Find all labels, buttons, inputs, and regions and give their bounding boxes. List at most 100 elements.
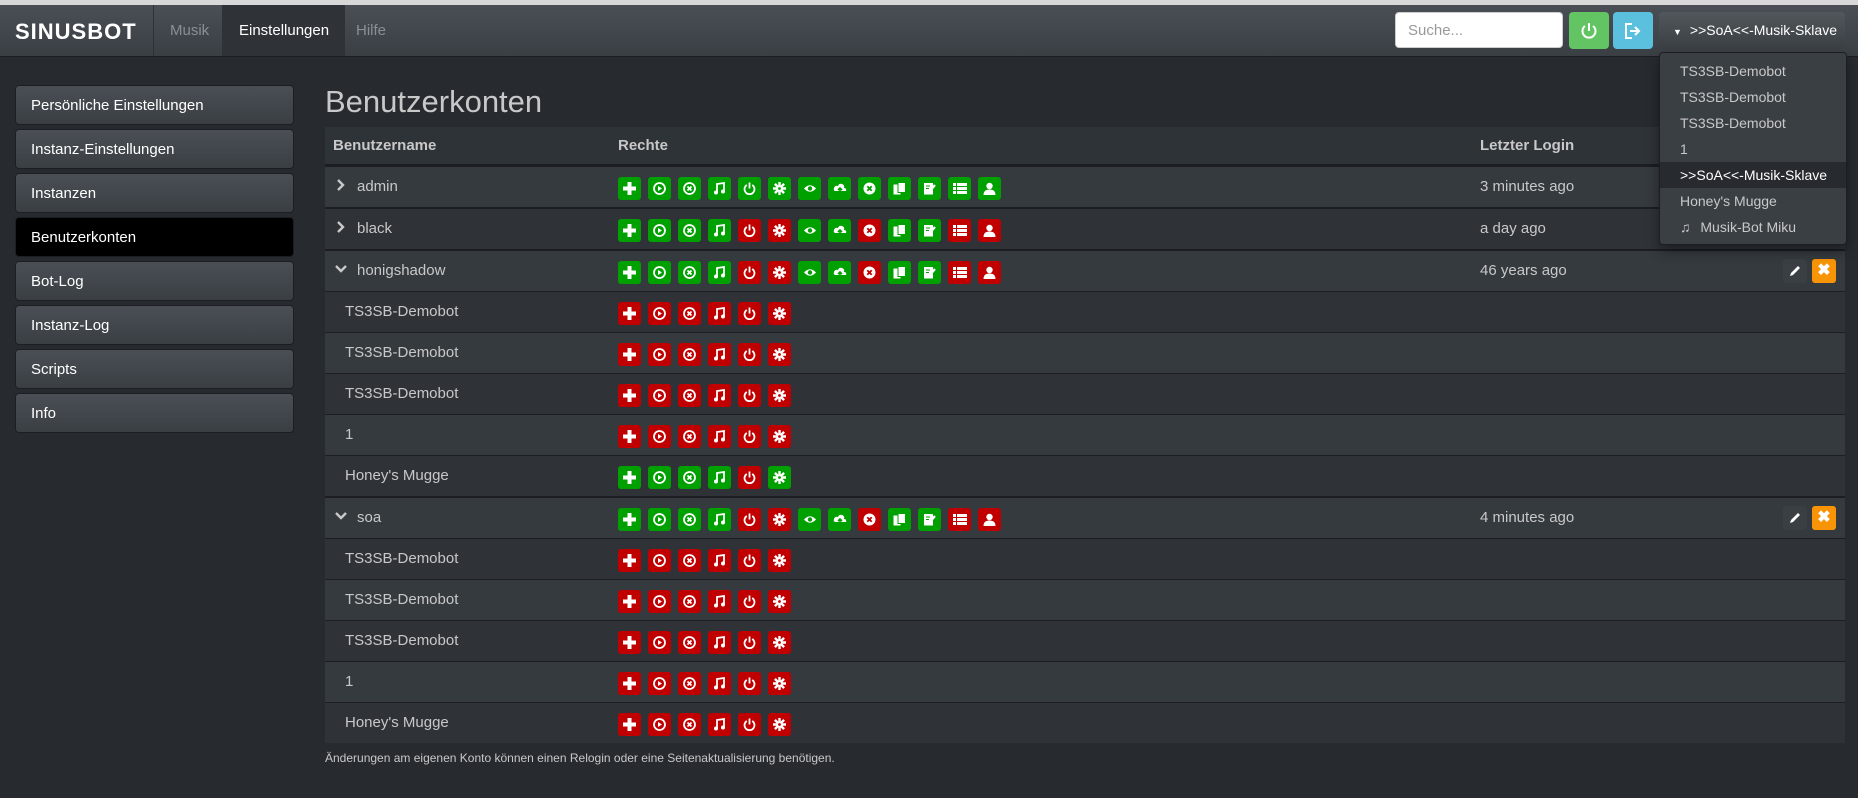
plus-icon[interactable]: [618, 508, 641, 531]
music-icon[interactable]: [708, 219, 731, 242]
stop-icon[interactable]: [678, 384, 701, 407]
sidebar-item[interactable]: Instanz-Log: [15, 305, 294, 345]
stop-icon[interactable]: [678, 466, 701, 489]
plus-icon[interactable]: [618, 177, 641, 200]
power-icon[interactable]: [738, 425, 761, 448]
play-icon[interactable]: [648, 631, 671, 654]
power-icon[interactable]: [738, 343, 761, 366]
chevron-down-icon[interactable]: [335, 509, 347, 525]
nav-tab-musik[interactable]: Musik: [153, 5, 225, 56]
music-icon[interactable]: [708, 384, 731, 407]
music-icon[interactable]: [708, 177, 731, 200]
dropdown-item[interactable]: Honey's Mugge: [1660, 188, 1846, 214]
plus-icon[interactable]: [618, 261, 641, 284]
chevron-right-icon[interactable]: [335, 178, 347, 194]
files-icon[interactable]: [888, 177, 911, 200]
music-icon[interactable]: [708, 343, 731, 366]
power-icon[interactable]: [738, 549, 761, 572]
gear-icon[interactable]: [768, 384, 791, 407]
music-icon[interactable]: [708, 302, 731, 325]
remove-icon[interactable]: [858, 177, 881, 200]
plus-icon[interactable]: [618, 219, 641, 242]
stop-icon[interactable]: [678, 219, 701, 242]
gear-icon[interactable]: [768, 508, 791, 531]
user-row[interactable]: admin 3 minutes ago: [325, 166, 1845, 207]
power-icon[interactable]: [738, 261, 761, 284]
dropdown-item[interactable]: ♫ Musik-Bot Miku: [1660, 214, 1846, 240]
chevron-down-icon[interactable]: [335, 262, 347, 278]
play-icon[interactable]: [648, 384, 671, 407]
gear-icon[interactable]: [768, 466, 791, 489]
gear-icon[interactable]: [768, 177, 791, 200]
gear-icon[interactable]: [768, 631, 791, 654]
music-icon[interactable]: [708, 590, 731, 613]
power-icon[interactable]: [738, 219, 761, 242]
user-row[interactable]: honigshadow 46 years ago ✖: [325, 249, 1845, 291]
plus-icon[interactable]: [618, 590, 641, 613]
play-icon[interactable]: [648, 219, 671, 242]
play-icon[interactable]: [648, 508, 671, 531]
music-icon[interactable]: [708, 508, 731, 531]
list-icon[interactable]: [948, 508, 971, 531]
sidebar-item[interactable]: Bot-Log: [15, 261, 294, 301]
sidebar-item[interactable]: Instanzen: [15, 173, 294, 213]
list-icon[interactable]: [948, 261, 971, 284]
remove-icon[interactable]: [858, 508, 881, 531]
play-icon[interactable]: [648, 466, 671, 489]
music-icon[interactable]: [708, 713, 731, 736]
dropdown-item[interactable]: TS3SB-Demobot: [1660, 84, 1846, 110]
eye-icon[interactable]: [798, 219, 821, 242]
power-icon[interactable]: [738, 177, 761, 200]
power-icon[interactable]: [738, 631, 761, 654]
gear-icon[interactable]: [768, 590, 791, 613]
stop-icon[interactable]: [678, 261, 701, 284]
gear-icon[interactable]: [768, 672, 791, 695]
dropdown-item[interactable]: TS3SB-Demobot: [1660, 110, 1846, 136]
play-icon[interactable]: [648, 425, 671, 448]
stop-icon[interactable]: [678, 549, 701, 572]
instance-selector[interactable]: ▼ >>SoA<<-Musik-Sklave: [1659, 12, 1845, 49]
plus-icon[interactable]: [618, 302, 641, 325]
play-icon[interactable]: [648, 343, 671, 366]
user-row[interactable]: soa 4 minutes ago ✖: [325, 496, 1845, 538]
edit-user-button[interactable]: [1783, 506, 1807, 530]
nav-tab-hilfe[interactable]: Hilfe: [339, 5, 402, 56]
power-icon[interactable]: [738, 466, 761, 489]
gear-icon[interactable]: [768, 219, 791, 242]
nav-tab-einstellungen[interactable]: Einstellungen: [222, 5, 346, 56]
eye-icon[interactable]: [798, 508, 821, 531]
gear-icon[interactable]: [768, 343, 791, 366]
file-edit-icon[interactable]: [918, 261, 941, 284]
plus-icon[interactable]: [618, 672, 641, 695]
stop-icon[interactable]: [678, 508, 701, 531]
upload-icon[interactable]: [828, 219, 851, 242]
play-icon[interactable]: [648, 590, 671, 613]
files-icon[interactable]: [888, 219, 911, 242]
search-input[interactable]: [1395, 12, 1563, 48]
power-icon[interactable]: [738, 508, 761, 531]
upload-icon[interactable]: [828, 177, 851, 200]
music-icon[interactable]: [708, 466, 731, 489]
files-icon[interactable]: [888, 261, 911, 284]
music-icon[interactable]: [708, 631, 731, 654]
power-icon[interactable]: [738, 672, 761, 695]
gear-icon[interactable]: [768, 425, 791, 448]
chevron-right-icon[interactable]: [335, 220, 347, 236]
sidebar-item[interactable]: Instanz-Einstellungen: [15, 129, 294, 169]
stop-icon[interactable]: [678, 713, 701, 736]
dropdown-item[interactable]: TS3SB-Demobot: [1660, 58, 1846, 84]
plus-icon[interactable]: [618, 713, 641, 736]
play-icon[interactable]: [648, 261, 671, 284]
eye-icon[interactable]: [798, 177, 821, 200]
user-icon[interactable]: [978, 219, 1001, 242]
logout-button[interactable]: [1613, 12, 1653, 49]
sidebar-item[interactable]: Persönliche Einstellungen: [15, 85, 294, 125]
plus-icon[interactable]: [618, 384, 641, 407]
user-row[interactable]: black a day ago: [325, 207, 1845, 249]
list-icon[interactable]: [948, 177, 971, 200]
music-icon[interactable]: [708, 425, 731, 448]
power-icon[interactable]: [738, 590, 761, 613]
eye-icon[interactable]: [798, 261, 821, 284]
play-icon[interactable]: [648, 177, 671, 200]
music-icon[interactable]: [708, 672, 731, 695]
